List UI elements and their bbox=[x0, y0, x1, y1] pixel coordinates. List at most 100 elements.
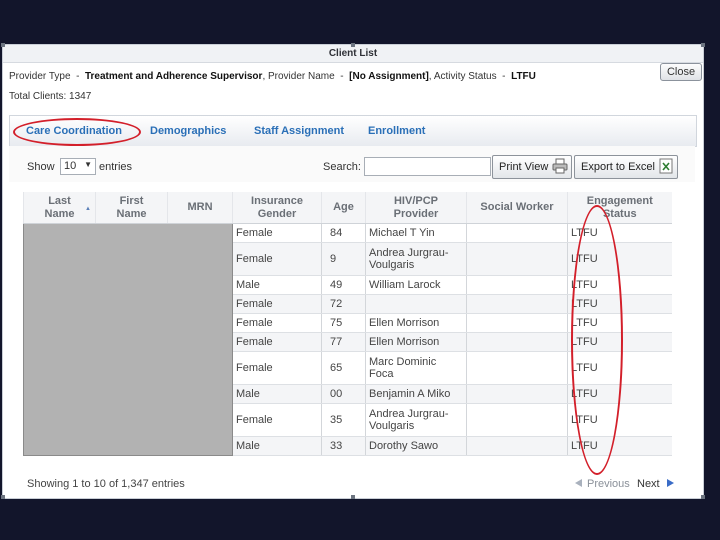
gender-cell: Female bbox=[232, 332, 322, 352]
print-view-label: Print View bbox=[499, 161, 549, 173]
redacted-block bbox=[23, 223, 233, 456]
provider-cell: Andrea Jurgrau- Voulgaris bbox=[365, 242, 467, 276]
age-cell: 33 bbox=[321, 436, 366, 456]
provider-cell: Ellen Morrison bbox=[365, 313, 467, 333]
gender-cell: Male bbox=[232, 275, 322, 295]
activity-status-label: Activity Status bbox=[433, 71, 497, 82]
tab-enrollment[interactable]: Enrollment bbox=[368, 125, 425, 137]
provider-cell: Benjamin A Miko bbox=[365, 384, 467, 404]
social-worker-cell bbox=[466, 384, 568, 404]
gender-cell: Female bbox=[232, 294, 322, 314]
social-worker-cell bbox=[466, 436, 568, 456]
chevron-down-icon: ▼ bbox=[84, 160, 92, 169]
status-cell: LTFU bbox=[567, 294, 672, 314]
status-cell: LTFU bbox=[567, 332, 672, 352]
age-cell: 49 bbox=[321, 275, 366, 295]
provider-cell: Andrea Jurgrau- Voulgaris bbox=[365, 403, 467, 437]
status-cell: LTFU bbox=[567, 436, 672, 456]
gender-cell: Female bbox=[232, 223, 322, 243]
activity-status-value: LTFU bbox=[511, 71, 536, 82]
social-worker-cell bbox=[466, 242, 568, 276]
provider-cell: Michael T Yin bbox=[365, 223, 467, 243]
provider-cell: Ellen Morrison bbox=[365, 332, 467, 352]
social-worker-cell bbox=[466, 332, 568, 352]
age-cell: 84 bbox=[321, 223, 366, 243]
column-header-last-name[interactable]: Last Name ▲ bbox=[23, 192, 96, 224]
column-header-age[interactable]: Age bbox=[321, 192, 366, 224]
export-excel-button[interactable]: Export to Excel bbox=[574, 155, 678, 179]
entries-value: 10 bbox=[64, 160, 77, 172]
client-list-window: Client List Close Provider Type - Treatm… bbox=[1, 43, 705, 499]
social-worker-cell bbox=[466, 403, 568, 437]
age-cell: 72 bbox=[321, 294, 366, 314]
column-header-mrn[interactable]: MRN bbox=[167, 192, 233, 224]
table-header-row: Last Name ▲ First Name MRN Insurance Gender … bbox=[23, 192, 672, 224]
column-header-engagement-status[interactable]: Engagement Status bbox=[567, 192, 672, 224]
social-worker-cell bbox=[466, 223, 568, 243]
status-cell: LTFU bbox=[567, 313, 672, 333]
provider-cell: William Larock bbox=[365, 275, 467, 295]
gender-cell: Male bbox=[232, 436, 322, 456]
provider-cell: Dorothy Sawo bbox=[365, 436, 467, 456]
gender-cell: Female bbox=[232, 242, 322, 276]
social-worker-cell bbox=[466, 351, 568, 385]
status-cell: LTFU bbox=[567, 403, 672, 437]
column-header-hiv-pcp-provider[interactable]: HIV/PCP Provider bbox=[365, 192, 467, 224]
gender-cell: Female bbox=[232, 351, 322, 385]
resize-handle[interactable] bbox=[351, 495, 355, 499]
gender-cell: Male bbox=[232, 384, 322, 404]
provider-type-label: Provider Type bbox=[9, 71, 71, 82]
age-cell: 75 bbox=[321, 313, 366, 333]
export-excel-label: Export to Excel bbox=[581, 161, 655, 173]
table-row[interactable]: Female 84 Michael T Yin LTFU bbox=[23, 223, 672, 456]
resize-handle[interactable] bbox=[351, 43, 355, 47]
tab-care-coordination[interactable]: Care Coordination bbox=[26, 125, 122, 137]
status-cell: LTFU bbox=[567, 351, 672, 385]
social-worker-cell bbox=[466, 313, 568, 333]
status-cell: LTFU bbox=[567, 223, 672, 243]
age-cell: 35 bbox=[321, 403, 366, 437]
window-title: Client List bbox=[3, 45, 703, 63]
provider-name-label: Provider Name bbox=[268, 71, 335, 82]
table-controls: Show 10 ▼ entries Search: Print View Exp… bbox=[9, 146, 695, 182]
status-cell: LTFU bbox=[567, 242, 672, 276]
provider-cell: Marc Dominic Foca bbox=[365, 351, 467, 385]
age-cell: 65 bbox=[321, 351, 366, 385]
search-input[interactable] bbox=[364, 157, 491, 176]
entries-label: entries bbox=[99, 161, 133, 173]
tab-demographics[interactable]: Demographics bbox=[150, 125, 226, 137]
excel-icon bbox=[659, 158, 673, 174]
column-header-insurance-gender[interactable]: Insurance Gender bbox=[232, 192, 322, 224]
age-cell: 00 bbox=[321, 384, 366, 404]
resize-handle[interactable] bbox=[1, 495, 5, 499]
provider-type-value: Treatment and Adherence Supervisor bbox=[84, 71, 263, 82]
status-cell: LTFU bbox=[567, 275, 672, 295]
column-header-social-worker[interactable]: Social Worker bbox=[466, 192, 568, 224]
gender-cell: Female bbox=[232, 313, 322, 333]
previous-page-button[interactable]: Previous bbox=[587, 478, 630, 490]
tab-staff-assignment[interactable]: Staff Assignment bbox=[254, 125, 344, 137]
resize-handle[interactable] bbox=[701, 495, 705, 499]
resize-handle[interactable] bbox=[1, 43, 5, 47]
gender-cell: Female bbox=[232, 403, 322, 437]
arrow-right-icon[interactable] bbox=[667, 479, 674, 487]
resize-handle[interactable] bbox=[701, 43, 705, 47]
provider-name-value: [No Assignment] bbox=[349, 71, 429, 82]
social-worker-cell bbox=[466, 275, 568, 295]
total-clients-label: Total Clients: bbox=[9, 91, 67, 102]
age-cell: 77 bbox=[321, 332, 366, 352]
entries-per-page-select[interactable]: 10 ▼ bbox=[60, 158, 96, 175]
arrow-left-icon[interactable] bbox=[575, 479, 582, 487]
client-table: Last Name ▲ First Name MRN Insurance Gender … bbox=[23, 192, 672, 456]
close-button[interactable]: Close bbox=[660, 63, 702, 81]
status-cell: LTFU bbox=[567, 384, 672, 404]
provider-cell bbox=[365, 294, 467, 314]
print-view-button[interactable]: Print View bbox=[492, 155, 572, 179]
pagination-info: Showing 1 to 10 of 1,347 entries bbox=[27, 478, 185, 490]
column-header-first-name[interactable]: First Name bbox=[95, 192, 168, 224]
printer-icon bbox=[552, 158, 568, 174]
show-label: Show bbox=[27, 161, 55, 173]
social-worker-cell bbox=[466, 294, 568, 314]
next-page-button[interactable]: Next bbox=[637, 478, 660, 490]
age-cell: 9 bbox=[321, 242, 366, 276]
